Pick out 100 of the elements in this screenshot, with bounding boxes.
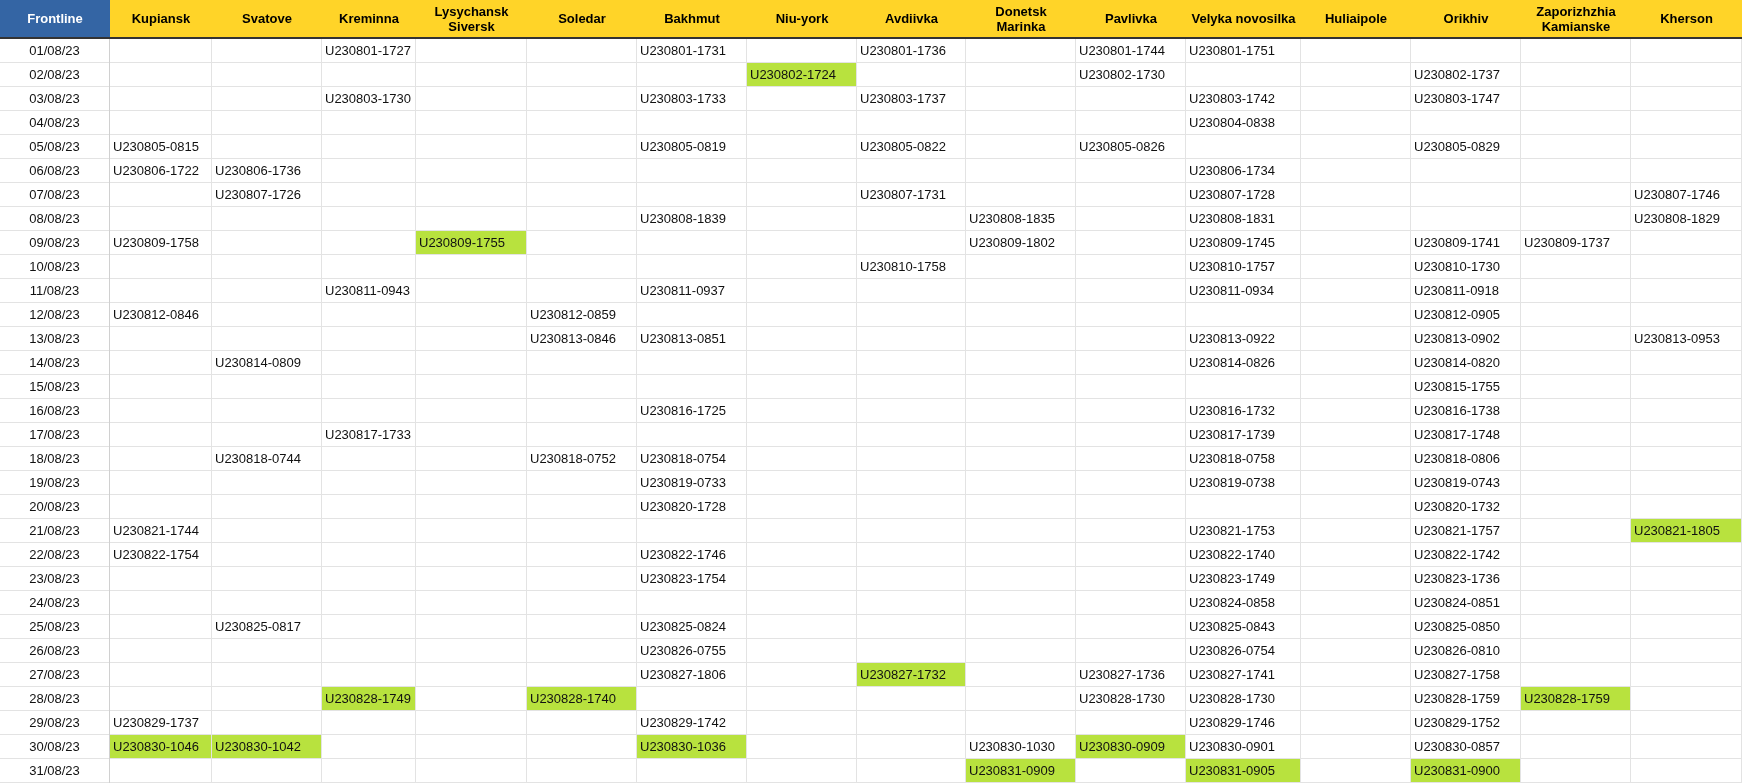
table-cell-text: U230812-0859 [529, 306, 618, 324]
date-cell-text: 10/08/23 [28, 258, 81, 276]
date-cell-text: 24/08/23 [28, 594, 81, 612]
table-cell-text: U230819-0738 [1188, 474, 1277, 492]
table-cell-text: U230805-0819 [639, 138, 728, 156]
highlighted-cell: U230831-0905 [1186, 759, 1300, 782]
highlighted-cell: U230831-0909 [966, 759, 1075, 782]
table-cell-text: U230805-0822 [859, 138, 948, 156]
column-header: Donetsk Marinka [966, 0, 1076, 39]
table-cell-text: U230803-1737 [859, 90, 948, 108]
table-cell-text: U230814-0820 [1413, 354, 1502, 372]
table-cell-text: U230803-1747 [1413, 90, 1502, 108]
table-cell-text: U230817-1733 [324, 426, 413, 444]
table-cell-text: U230819-0733 [639, 474, 728, 492]
table-cell-text: U230828-1759 [1413, 690, 1502, 708]
table-cell-text: U230806-1734 [1188, 162, 1277, 180]
table-cell-text: U230822-1742 [1413, 546, 1502, 564]
highlighted-cell: U230827-1732 [857, 663, 965, 686]
column-header: Pavlivka [1076, 0, 1186, 39]
column-header: Lysychansk Siversk [416, 0, 527, 39]
table-cell-text: U230819-0743 [1413, 474, 1502, 492]
table-cell-text: U230802-1737 [1413, 66, 1502, 84]
table-cell-text: U230802-1730 [1078, 66, 1167, 84]
table-cell-text: U230827-1806 [639, 666, 728, 684]
table-cell-text: U230818-0752 [529, 450, 618, 468]
table-cell-text: U230829-1737 [112, 714, 201, 732]
table-cell-text: U230801-1744 [1078, 42, 1167, 60]
date-cell-text: 27/08/23 [28, 666, 81, 684]
date-cell-text: 28/08/23 [28, 690, 81, 708]
date-cell-text: 20/08/23 [28, 498, 81, 516]
table-cell-text: U230814-0826 [1188, 354, 1277, 372]
table-cell-text: U230827-1758 [1413, 666, 1502, 684]
column-header: Svatove [212, 0, 322, 39]
table-cell-text: U230818-0744 [214, 450, 303, 468]
column-header: Avdiivka [857, 0, 966, 39]
table-cell-text: U230816-1738 [1413, 402, 1502, 420]
column-header: Huliaipole [1301, 0, 1411, 39]
table-cell-text: U230825-0824 [639, 618, 728, 636]
table-cell-text: U230830-0901 [1188, 738, 1277, 756]
table-cell-text: U230811-0918 [1413, 282, 1501, 300]
table-cell-text: U230811-0943 [324, 282, 412, 300]
table-cell-text: U230822-1740 [1188, 546, 1277, 564]
table-cell-text: U230812-0905 [1413, 306, 1502, 324]
table-cell-text: U230801-1727 [324, 42, 413, 60]
table-cell-text: U230820-1728 [639, 498, 728, 516]
table-cell-text: U230810-1730 [1413, 258, 1502, 276]
table-cell-text: U230828-1730 [1188, 690, 1277, 708]
date-cell-text: 25/08/23 [28, 618, 81, 636]
table-cell-text: U230805-0829 [1413, 138, 1502, 156]
table-cell-text: U230823-1749 [1188, 570, 1277, 588]
date-cell-text: 12/08/23 [28, 306, 81, 324]
table-cell-text: U230803-1730 [324, 90, 413, 108]
date-cell-text: 30/08/23 [28, 738, 81, 756]
highlighted-cell: U230821-1805 [1631, 519, 1741, 542]
highlighted-cell: U230831-0900 [1411, 759, 1520, 782]
highlighted-cell: U230830-0909 [1076, 735, 1185, 758]
date-cell-text: 22/08/23 [28, 546, 81, 564]
table-cell-text: U230809-1741 [1413, 234, 1502, 252]
highlighted-cell: U230830-1042 [212, 735, 321, 758]
table-cell-text: U230818-0806 [1413, 450, 1502, 468]
date-cell-text: 21/08/23 [28, 522, 81, 540]
date-cell-text: 23/08/23 [28, 570, 81, 588]
table-cell-text: U230826-0755 [639, 642, 728, 660]
table-cell-text: U230808-1831 [1188, 210, 1277, 228]
table-cell-text: U230801-1736 [859, 42, 948, 60]
table-cell-text: U230810-1757 [1188, 258, 1277, 276]
table-cell-text: U230810-1758 [859, 258, 948, 276]
date-cell-text: 04/08/23 [28, 114, 81, 132]
table-cell-text: U230813-0851 [639, 330, 728, 348]
table-cell-text: U230821-1757 [1413, 522, 1502, 540]
table-cell-text: U230817-1748 [1413, 426, 1502, 444]
table-cell-text: U230808-1839 [639, 210, 728, 228]
date-cell-text: 19/08/23 [28, 474, 81, 492]
table-cell-text: U230807-1731 [859, 186, 948, 204]
date-cell-text: 26/08/23 [28, 642, 81, 660]
table-cell-text: U230813-0846 [529, 330, 618, 348]
table-cell-text: U230806-1722 [112, 162, 201, 180]
date-cell-text: 01/08/23 [28, 42, 81, 60]
table-cell-text: U230816-1725 [639, 402, 728, 420]
table-cell-text: U230821-1744 [112, 522, 201, 540]
table-cell-text: U230828-1730 [1078, 690, 1167, 708]
table-cell-text: U230804-0838 [1188, 114, 1277, 132]
table-cell-text: U230822-1746 [639, 546, 728, 564]
date-cell-text: 16/08/23 [28, 402, 81, 420]
table-cell-text: U230830-0857 [1413, 738, 1502, 756]
table-cell-text: U230823-1736 [1413, 570, 1502, 588]
table-cell-text: U230825-0850 [1413, 618, 1502, 636]
date-cell-text: 15/08/23 [28, 378, 81, 396]
table-cell-text: U230805-0815 [112, 138, 201, 156]
table-cell-text: U230814-0809 [214, 354, 303, 372]
highlighted-cell: U230828-1740 [527, 687, 636, 710]
table-cell-text: U230807-1726 [214, 186, 303, 204]
table-cell-text: U230829-1752 [1413, 714, 1502, 732]
table-cell-text: U230825-0843 [1188, 618, 1277, 636]
table-cell-text: U230813-0902 [1413, 330, 1502, 348]
date-cell-text: 06/08/23 [28, 162, 81, 180]
date-cell-text: 18/08/23 [28, 450, 81, 468]
highlighted-cell: U230828-1759 [1521, 687, 1630, 710]
table-cell-text: U230813-0922 [1188, 330, 1277, 348]
highlighted-cell: U230828-1749 [322, 687, 415, 710]
